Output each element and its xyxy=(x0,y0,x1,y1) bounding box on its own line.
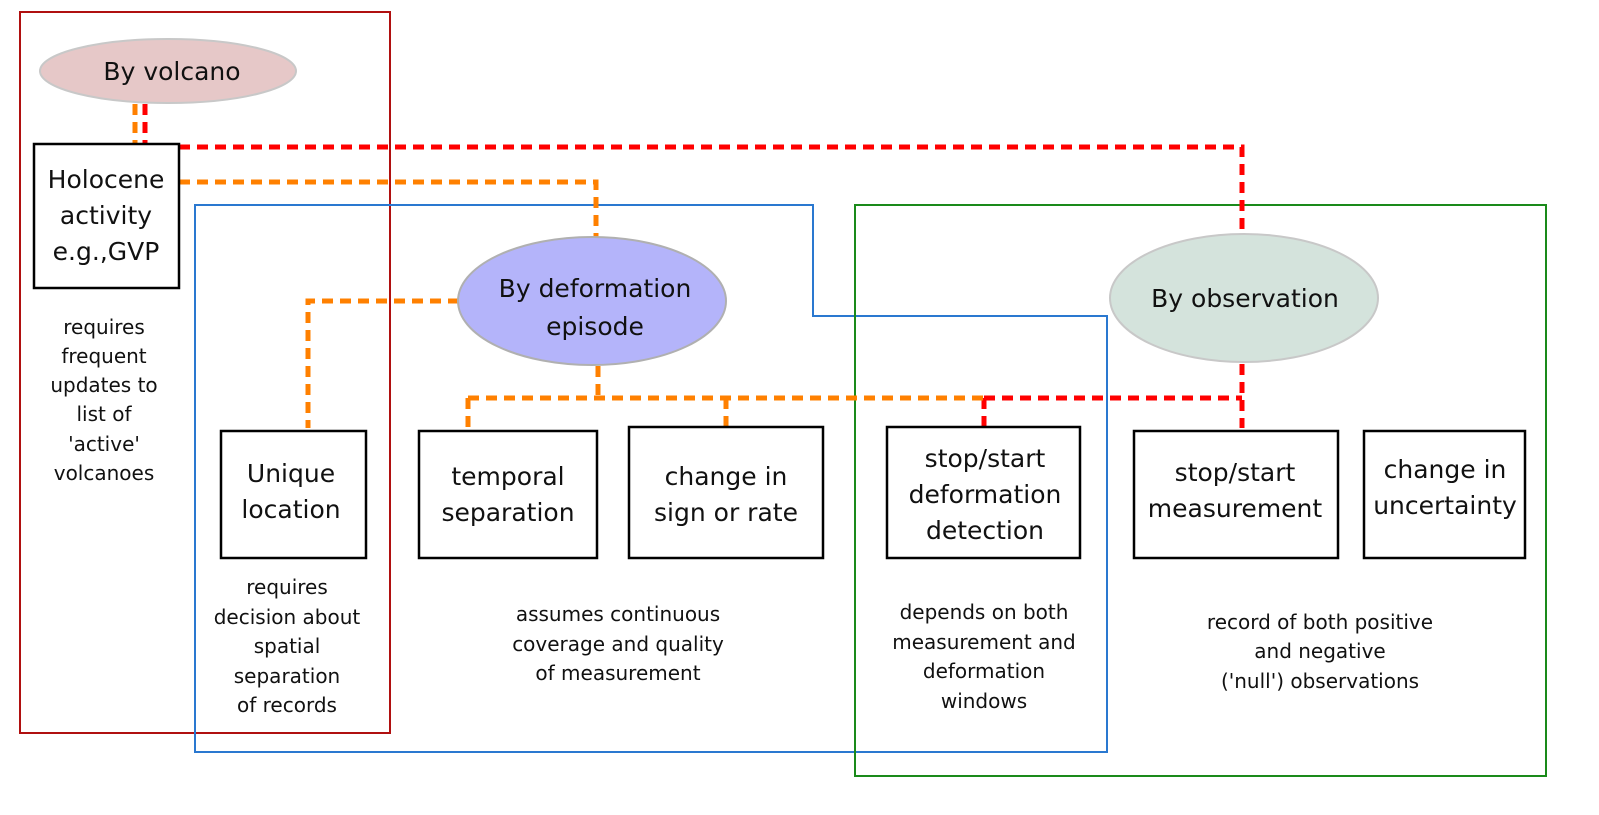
svg-text:of records: of records xyxy=(237,693,337,717)
svg-text:deformation: deformation xyxy=(923,659,1045,683)
svg-text:measurement and: measurement and xyxy=(892,630,1076,654)
svg-text:volcanoes: volcanoes xyxy=(54,461,155,485)
svg-text:decision about: decision about xyxy=(214,605,361,629)
node-stop-start-measurement: stop/start measurement xyxy=(1132,429,1340,560)
svg-text:coverage and quality: coverage and quality xyxy=(512,632,724,656)
svg-text:frequent: frequent xyxy=(61,344,146,368)
svg-text:requires: requires xyxy=(63,315,145,339)
svg-text:uncertainty: uncertainty xyxy=(1373,491,1517,520)
note-depends: depends on both measurement and deformat… xyxy=(892,600,1076,713)
svg-text:location: location xyxy=(241,495,340,524)
svg-text:separation: separation xyxy=(441,498,574,527)
note-location: requires decision about spatial separati… xyxy=(214,575,361,717)
svg-text:stop/start: stop/start xyxy=(925,444,1046,473)
svg-text:detection: detection xyxy=(926,516,1044,545)
svg-text:stop/start: stop/start xyxy=(1175,458,1296,487)
svg-text:By deformation: By deformation xyxy=(499,274,692,303)
note-volcano: requires frequent updates to list of 'ac… xyxy=(50,315,157,485)
svg-text:Holocene: Holocene xyxy=(48,165,165,194)
svg-text:By observation: By observation xyxy=(1151,284,1339,313)
svg-text:updates to: updates to xyxy=(50,373,157,397)
node-stop-start-detection: stop/start deformation detection xyxy=(885,425,1082,560)
node-change-uncertainty: change in uncertainty xyxy=(1362,429,1527,560)
node-holocene-activity: Holocene activity e.g.,GVP xyxy=(32,142,181,290)
svg-text:By volcano: By volcano xyxy=(103,57,240,86)
svg-text:list of: list of xyxy=(76,402,132,426)
node-temporal-separation: temporal separation xyxy=(417,429,599,560)
node-change-sign-rate: change in sign or rate xyxy=(627,425,825,560)
svg-text:e.g.,GVP: e.g.,GVP xyxy=(53,237,160,266)
svg-text:Unique: Unique xyxy=(247,459,335,488)
svg-text:measurement: measurement xyxy=(1148,494,1323,523)
svg-text:of measurement: of measurement xyxy=(535,661,700,685)
svg-text:depends on both: depends on both xyxy=(900,600,1069,624)
svg-text:record of both positive: record of both positive xyxy=(1207,610,1433,634)
note-record: record of both positive and negative ('n… xyxy=(1207,610,1433,693)
svg-text:requires: requires xyxy=(246,575,328,599)
svg-text:separation: separation xyxy=(234,664,340,688)
svg-text:episode: episode xyxy=(546,312,644,341)
note-continuous: assumes continuous coverage and quality … xyxy=(512,602,724,685)
svg-text:and negative: and negative xyxy=(1254,639,1385,663)
diagram: By volcano By deformation episode By obs… xyxy=(19,11,1547,777)
svg-text:temporal: temporal xyxy=(451,462,564,491)
svg-text:change in: change in xyxy=(665,462,788,491)
svg-text:('null') observations: ('null') observations xyxy=(1221,669,1419,693)
node-unique-location: Unique location xyxy=(219,429,368,560)
svg-text:deformation: deformation xyxy=(909,480,1062,509)
svg-text:activity: activity xyxy=(60,201,152,230)
node-by-deformation-episode: By deformation episode xyxy=(457,236,727,366)
svg-text:'active': 'active' xyxy=(68,432,140,456)
svg-text:windows: windows xyxy=(941,689,1027,713)
svg-text:change in: change in xyxy=(1384,455,1507,484)
node-by-observation: By observation xyxy=(1109,233,1379,363)
svg-text:assumes continuous: assumes continuous xyxy=(516,602,720,626)
node-by-volcano: By volcano xyxy=(39,38,297,104)
svg-text:spatial: spatial xyxy=(254,634,321,658)
svg-text:sign or rate: sign or rate xyxy=(654,498,798,527)
